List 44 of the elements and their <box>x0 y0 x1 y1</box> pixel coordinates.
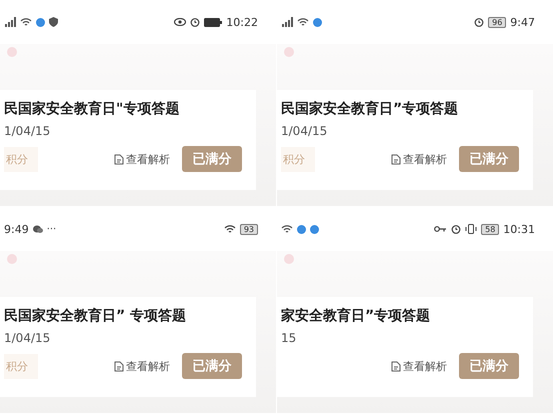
wifi-icon <box>281 224 293 234</box>
alarm-clock-icon <box>190 17 200 27</box>
wifi-icon <box>224 224 236 234</box>
quiz-title: 民国家安全教育日"专项答题 <box>4 100 180 118</box>
view-analysis-link[interactable]: 查看解析 <box>391 358 447 374</box>
clock-time: 9:47 <box>510 16 535 28</box>
document-icon <box>391 360 401 372</box>
signal-icon <box>281 17 293 27</box>
view-analysis-link[interactable]: 查看解析 <box>114 358 170 374</box>
battery-level: 93 <box>240 224 258 234</box>
clock-time: 9:49 <box>4 222 29 236</box>
quiz-title: 家安全教育日”专项答题 <box>281 307 432 325</box>
eye-icon <box>174 18 186 26</box>
app-notification-icon <box>36 18 45 26</box>
points-label: 积分 <box>4 146 38 172</box>
quiz-date: 15 <box>281 331 298 345</box>
view-analysis-link[interactable]: 查看解析 <box>391 152 447 166</box>
points-label: 积分 <box>281 146 315 172</box>
quiz-title: 民国家安全教育日” 专项答题 <box>4 307 188 325</box>
points-label: 积分 <box>4 354 38 378</box>
quiz-date: 1/04/15 <box>4 331 52 345</box>
vibrate-icon <box>465 224 478 234</box>
document-icon <box>114 360 124 372</box>
shield-icon <box>49 17 58 27</box>
battery-icon <box>204 18 222 26</box>
clock-time: 10:31 <box>503 222 535 236</box>
clock-time: 10:22 <box>226 16 258 28</box>
wifi-icon <box>20 17 32 27</box>
wifi-icon <box>297 17 309 27</box>
document-icon <box>114 154 124 164</box>
alarm-clock-icon <box>451 224 462 234</box>
chat-icon <box>32 224 43 234</box>
battery-level: 96 <box>488 16 506 28</box>
signal-icon <box>4 17 16 27</box>
quiz-title: 民国家安全教育日”专项答题 <box>281 100 460 118</box>
app-notification-icon <box>313 18 322 26</box>
battery-level: 58 <box>481 224 500 234</box>
document-icon <box>391 154 401 164</box>
quiz-date: 1/04/15 <box>4 124 52 138</box>
quiz-date: 1/04/15 <box>281 124 328 138</box>
view-analysis-link[interactable]: 查看解析 <box>114 152 170 166</box>
alarm-clock-icon <box>474 17 484 27</box>
more-notifications: ··· <box>46 224 56 234</box>
key-icon <box>434 225 448 233</box>
